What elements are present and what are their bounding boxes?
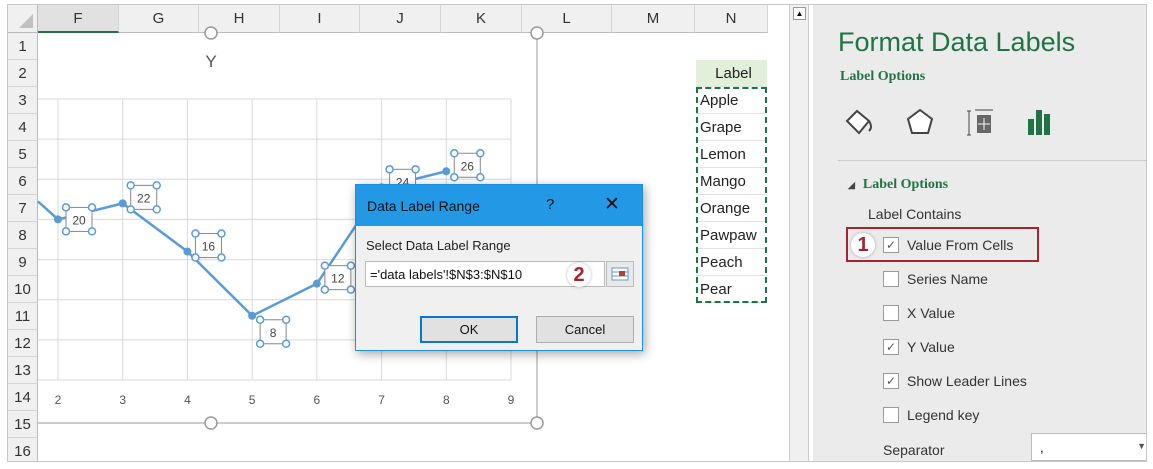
pane-subtitle[interactable]: Label Options	[840, 69, 925, 85]
x-tick-label: 3	[119, 393, 126, 407]
x-tick-label: 4	[184, 393, 191, 407]
size-properties-icon[interactable]	[965, 107, 995, 137]
data-point	[442, 167, 451, 176]
selection-handle	[191, 229, 200, 238]
range-prompt: Select Data Label Range	[366, 238, 511, 253]
checkbox[interactable]: ✓	[883, 339, 899, 355]
selection-handle	[87, 227, 97, 236]
data-label: 8	[270, 326, 277, 340]
option-legend-key[interactable]: Legend key	[883, 407, 979, 423]
label-contains-heading: Label Contains	[868, 206, 962, 222]
option-show-leader-lines[interactable]: ✓ Show Leader Lines	[883, 373, 1027, 389]
selection-handle	[281, 315, 291, 325]
chart-title: Y	[205, 52, 216, 71]
data-label: 26	[461, 159, 475, 173]
selection-handle	[126, 205, 135, 214]
x-tick-label: 2	[55, 393, 62, 407]
selection-handle	[191, 253, 200, 262]
selection-handle	[411, 165, 420, 174]
separator-value: ,	[1040, 440, 1044, 455]
selection-handle	[320, 285, 330, 294]
data-label-range-dialog: Data Label Range ? ✕ Select Data Label R…	[355, 184, 643, 351]
selection-handle	[476, 173, 485, 182]
checkbox[interactable]	[883, 407, 899, 423]
selection-handle	[61, 227, 71, 236]
selection-handle	[450, 173, 459, 182]
selection-handle	[152, 181, 161, 190]
selection-handle	[346, 285, 356, 294]
checkbox[interactable]: ✓	[883, 373, 899, 389]
x-tick-label: 8	[443, 393, 450, 407]
label-options-section[interactable]: ◢ Label Options	[848, 177, 948, 193]
selection-handle	[450, 149, 459, 158]
chart-resize-handle	[204, 416, 218, 430]
data-label: 12	[331, 272, 345, 286]
chart-resize-handle	[204, 26, 218, 40]
format-data-labels-pane: Format Data Labels Label Options ◢ Label …	[813, 5, 1146, 461]
excel-window: FGHIJKLMN 1 2 3 4 5 6 7 8 9 10 11 12 13 14 15 16 Label …	[7, 4, 1147, 462]
x-tick-label: 6	[314, 393, 321, 407]
chart-resize-handle	[530, 26, 544, 40]
data-point	[183, 247, 192, 256]
ok-button[interactable]: OK	[420, 316, 518, 343]
option-label: Y Value	[907, 339, 955, 355]
close-button[interactable]: ✕	[604, 193, 620, 216]
pane-title: Format Data Labels	[838, 27, 1076, 57]
selection-handle	[217, 253, 226, 262]
vertical-scrollbar[interactable]: ▲	[789, 5, 809, 461]
selection-handle	[281, 339, 291, 349]
selection-handle	[87, 203, 97, 212]
selection-handle	[152, 205, 161, 214]
range-select-icon	[611, 267, 629, 281]
selection-handle	[255, 315, 265, 325]
data-point	[118, 199, 127, 208]
checkbox[interactable]	[883, 305, 899, 321]
cancel-button[interactable]: Cancel	[536, 316, 634, 343]
data-point	[54, 215, 62, 224]
effects-pentagon-icon[interactable]	[905, 107, 935, 137]
x-tick-label: 5	[249, 393, 256, 407]
step-badge-1: 1	[851, 233, 875, 257]
collapse-dialog-button[interactable]	[606, 261, 634, 287]
selection-handle	[217, 229, 226, 238]
fill-line-icon[interactable]	[843, 107, 875, 137]
option-y-value[interactable]: ✓ Y Value	[883, 339, 955, 355]
selection-handle	[346, 261, 356, 270]
chevron-down-icon: ▼	[1137, 441, 1146, 451]
scroll-up-icon[interactable]: ▲	[793, 7, 806, 20]
option-label: Series Name	[907, 271, 988, 287]
data-point	[312, 279, 321, 288]
data-label: 20	[72, 213, 86, 227]
data-point	[248, 311, 257, 320]
option-x-value[interactable]: X Value	[883, 305, 955, 321]
separator-label: Separator	[883, 442, 945, 458]
divider	[838, 160, 1146, 161]
data-label: 16	[202, 240, 216, 254]
selection-handle	[476, 149, 485, 158]
option-label: Show Leader Lines	[907, 373, 1027, 389]
option-series-name[interactable]: Series Name	[883, 271, 988, 287]
selection-handle	[385, 165, 394, 174]
checkbox[interactable]	[883, 271, 899, 287]
x-tick-label: 9	[508, 393, 515, 407]
data-label: 22	[137, 191, 151, 205]
selection-handle	[255, 339, 265, 349]
dialog-title: Data Label Range	[367, 197, 480, 214]
chart-resize-handle	[530, 416, 544, 430]
option-label: X Value	[907, 305, 955, 321]
selection-handle	[61, 203, 71, 212]
option-label: Legend key	[907, 407, 980, 423]
label-options-chart-icon[interactable]	[1025, 107, 1055, 137]
section-title: Label Options	[862, 177, 949, 192]
selection-handle	[320, 261, 330, 270]
help-button[interactable]: ?	[546, 196, 554, 213]
collapse-triangle-icon: ◢	[848, 180, 855, 190]
step-badge-2: 2	[567, 263, 591, 287]
selection-handle	[126, 181, 135, 190]
separator-dropdown[interactable]: , ▼	[1031, 433, 1146, 461]
x-tick-label: 7	[378, 393, 385, 407]
